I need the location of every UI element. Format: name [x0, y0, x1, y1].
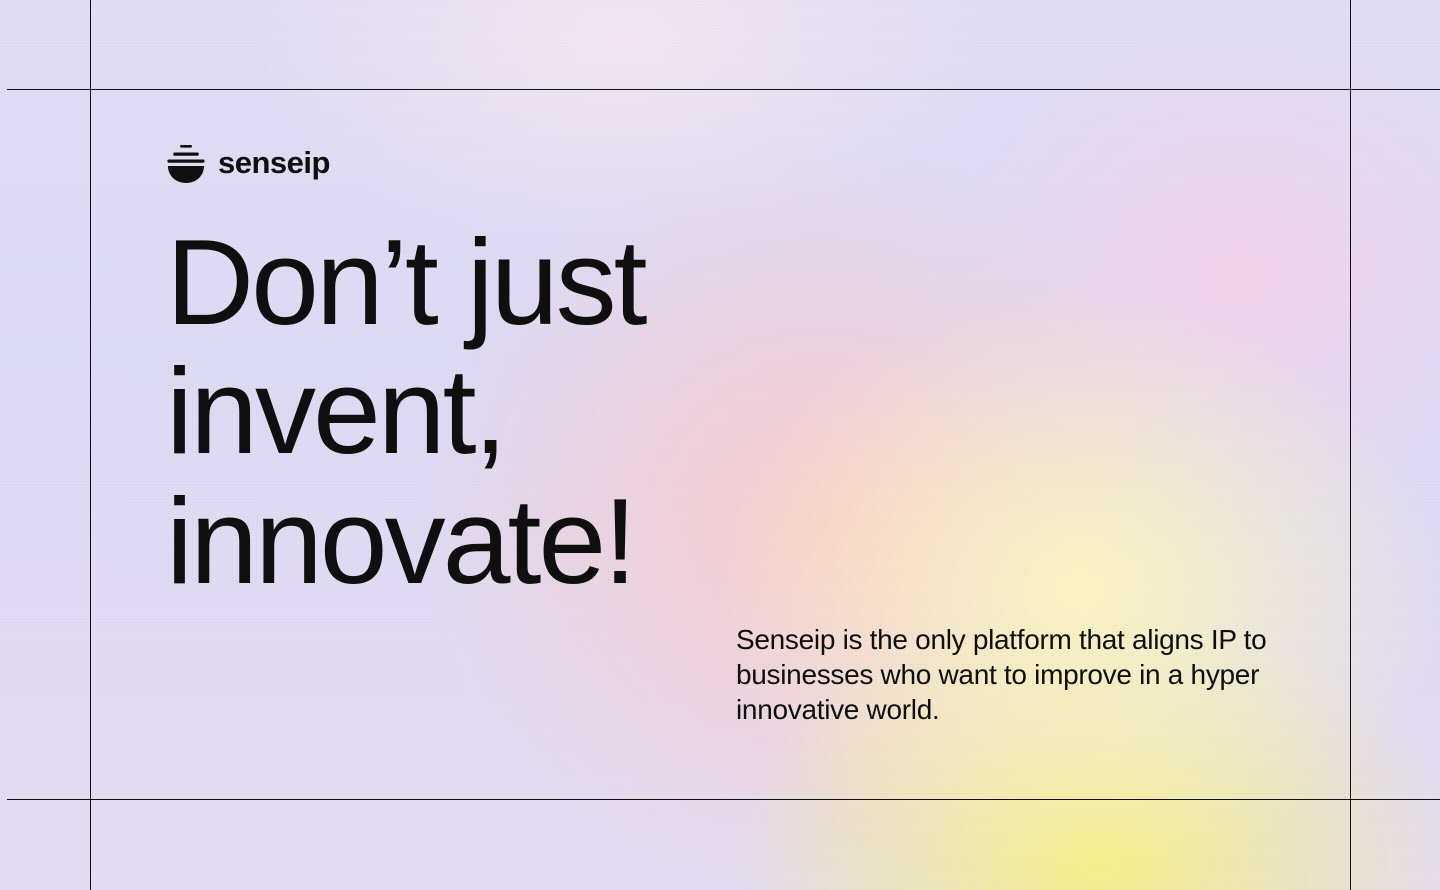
headline-line-3: innovate! [166, 472, 637, 609]
headline-line-2: invent, [166, 343, 507, 480]
brand-name: senseip [218, 144, 330, 180]
stacked-bowl-icon [167, 145, 205, 183]
brand-logo-link[interactable]: senseip [166, 144, 330, 184]
hero-headline: Don’t just invent, innovate! [166, 214, 806, 609]
hero-tagline: Senseip is the only platform that aligns… [736, 624, 1267, 725]
headline-line-1: Don’t just [166, 214, 648, 350]
